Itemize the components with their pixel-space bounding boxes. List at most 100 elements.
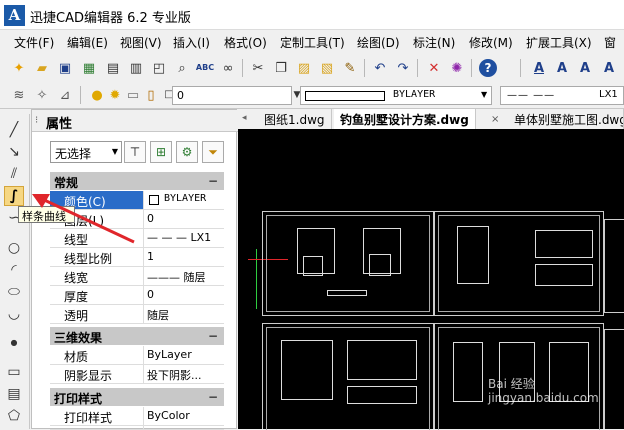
delete-icon[interactable]: ✕ xyxy=(425,59,443,77)
spline-icon[interactable]: ∫ xyxy=(4,186,24,206)
document-tabs: ◂ 图纸1.dwg 钓鱼别墅设计方案.dwg × 单体别墅施工图.dwg xyxy=(238,109,624,129)
collapse-icon[interactable]: − xyxy=(208,390,218,404)
properties-header: ⁝ 属性 xyxy=(32,110,238,132)
sheet-frame xyxy=(438,215,600,312)
color-dropdown[interactable]: BYLAYER ▼ xyxy=(300,86,492,105)
copy-icon[interactable]: ❐ xyxy=(272,59,290,77)
group-general-label: 常规 xyxy=(54,176,79,190)
menu-draw[interactable]: 绘图(D) xyxy=(357,34,400,51)
layer-dropdown[interactable]: 0 xyxy=(172,86,292,105)
polyline-icon[interactable]: ↘ xyxy=(4,142,24,162)
linetype-dropdown[interactable]: —— —— LX1 xyxy=(500,86,624,105)
ellipse-arc-icon[interactable]: ◡ xyxy=(4,304,24,324)
layer-manager-icon[interactable]: ≋ xyxy=(10,86,28,104)
print-icon[interactable]: ▤ xyxy=(104,59,122,77)
save-icon[interactable]: ▣ xyxy=(56,59,74,77)
selection-dropdown-arrow-icon[interactable]: ▼ xyxy=(112,147,118,156)
drawing-canvas[interactable]: Bai 经验 jingyan.baidu.com xyxy=(238,129,624,430)
paste-special-icon[interactable]: ▧ xyxy=(318,59,336,77)
color-dropdown-arrow-icon[interactable]: ▼ xyxy=(481,90,487,99)
selection-dropdown-value: 无选择 xyxy=(55,147,92,161)
rectangle-icon[interactable]: ▭ xyxy=(4,362,24,382)
cut-icon[interactable]: ✂ xyxy=(249,59,267,77)
arc-icon[interactable]: ◜ xyxy=(4,260,24,280)
plot-icon[interactable]: ▥ xyxy=(127,59,145,77)
paste-icon[interactable]: ▨ xyxy=(295,59,313,77)
property-row-linetype-scale[interactable]: 线型比例 1 xyxy=(50,248,224,267)
tab-fishing-villa[interactable]: 钓鱼别墅设计方案.dwg xyxy=(334,109,476,129)
filter-icon[interactable]: ⏷ xyxy=(202,141,224,163)
circle-icon[interactable]: ○ xyxy=(4,238,24,258)
new-file-icon[interactable]: ✦ xyxy=(10,59,28,77)
selection-dropdown[interactable]: 无选择 ▼ xyxy=(50,141,122,163)
point-icon[interactable]: ● xyxy=(4,332,24,352)
undo-icon[interactable]: ↶ xyxy=(371,59,389,77)
redo-icon[interactable]: ↷ xyxy=(394,59,412,77)
property-key: 打印样式 xyxy=(50,407,144,425)
property-row-plot-style[interactable]: 打印样式 ByColor xyxy=(50,407,224,426)
line-icon[interactable]: ╱ xyxy=(4,120,24,140)
property-row-shadow[interactable]: 阴影显示 投下阴影... xyxy=(50,365,224,384)
group-plot-style[interactable]: 打印样式 − xyxy=(50,388,224,407)
property-row-transparency[interactable]: 透明 随层 xyxy=(50,305,224,324)
property-value: 0 xyxy=(147,288,154,301)
text-style-icon[interactable]: A xyxy=(530,59,548,77)
collapse-icon[interactable]: − xyxy=(208,174,218,188)
ellipse-icon[interactable]: ⬭ xyxy=(4,282,24,302)
construction-line-icon[interactable]: ⫽ xyxy=(4,164,24,184)
elevation xyxy=(535,264,593,286)
spellcheck-icon[interactable]: ABC xyxy=(196,59,214,77)
export-icon[interactable]: ▦ xyxy=(80,59,98,77)
property-key: 线型比例 xyxy=(50,248,144,266)
find-icon[interactable]: ⌕ xyxy=(173,59,191,77)
elevation xyxy=(535,230,593,258)
menu-modify[interactable]: 修改(M) xyxy=(469,34,513,51)
property-row-plot-style-table[interactable]: 打印样式表 无 xyxy=(50,426,224,430)
explode-icon[interactable]: ✺ xyxy=(448,59,466,77)
group-general[interactable]: 常规 − xyxy=(50,172,224,191)
tab-close-icon[interactable]: × xyxy=(491,114,499,125)
menu-insert[interactable]: 插入(I) xyxy=(173,34,210,51)
toolbar-separator xyxy=(364,59,365,77)
match-properties-icon[interactable]: ✎ xyxy=(341,59,359,77)
tab-drawing1[interactable]: 图纸1.dwg xyxy=(258,109,332,129)
menu-file[interactable]: 文件(F) xyxy=(14,34,54,51)
property-row-material[interactable]: 材质 ByLayer xyxy=(50,346,224,365)
property-row-lineweight[interactable]: 线宽 ——— 随层 xyxy=(50,267,224,286)
binoculars-icon[interactable]: ∞ xyxy=(219,59,237,77)
edit-text-icon[interactable]: A xyxy=(576,59,594,77)
menu-ext-tools[interactable]: 扩展工具(X) xyxy=(526,34,592,51)
panel-grip-icon[interactable]: ⁝ xyxy=(35,115,38,126)
linetype-dropdown-value: LX1 xyxy=(599,89,618,100)
drawing-sheet xyxy=(604,219,624,313)
floor-plan xyxy=(369,254,391,276)
menu-format[interactable]: 格式(O) xyxy=(224,34,267,51)
polygon-icon[interactable]: ⬠ xyxy=(4,406,24,426)
menu-view[interactable]: 视图(V) xyxy=(120,34,162,51)
print-preview-icon[interactable]: ◰ xyxy=(150,59,168,77)
select-objects-icon[interactable]: ⊞ xyxy=(150,141,172,163)
collapse-icon[interactable]: − xyxy=(208,329,218,343)
detail-drawing xyxy=(281,340,333,400)
property-value: 1 xyxy=(147,250,154,263)
standard-toolbar: ✦ ▰ ▣ ▦ ▤ ▥ ◰ ⌕ ABC ∞ ✂ ❐ ▨ ▧ ✎ ↶ ↷ ✕ ✺ … xyxy=(0,54,624,82)
single-text-icon[interactable]: A xyxy=(553,59,571,77)
tab-villa-construction[interactable]: 单体别墅施工图.dwg xyxy=(508,109,624,129)
menu-custom-tools[interactable]: 定制工具(T) xyxy=(280,34,345,51)
quick-select-icon[interactable]: ⚙ xyxy=(176,141,198,163)
property-value: — — — LX1 xyxy=(147,231,212,244)
toggle-pickadd-icon[interactable]: ⊤ xyxy=(124,141,146,163)
sheet-frame xyxy=(266,327,430,430)
find-text-icon[interactable]: A xyxy=(600,59,618,77)
hatch-icon[interactable]: ▤ xyxy=(4,384,24,404)
menu-dimension[interactable]: 标注(N) xyxy=(413,34,455,51)
layer-on-bulb-icon: ● xyxy=(91,87,103,103)
tab-scroll-icon[interactable]: ◂ xyxy=(242,113,247,123)
menu-edit[interactable]: 编辑(E) xyxy=(67,34,108,51)
help-icon[interactable]: ? xyxy=(479,59,497,77)
layer-previous-icon[interactable]: ⊿ xyxy=(56,86,74,104)
property-row-thickness[interactable]: 厚度 0 xyxy=(50,286,224,305)
group-3d-effects[interactable]: 三维效果 − xyxy=(50,327,224,346)
open-file-icon[interactable]: ▰ xyxy=(33,59,51,77)
layer-state-icon[interactable]: ✧ xyxy=(33,86,51,104)
